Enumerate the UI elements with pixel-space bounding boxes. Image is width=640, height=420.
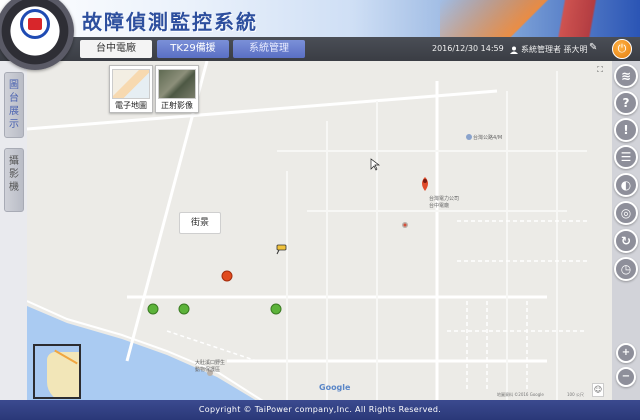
list-icon[interactable]: ☰ [614,145,638,169]
header-banner: 故障偵測監控系統 [0,0,640,37]
side-tab-char: 示 [9,119,19,130]
poi-bus-stop[interactable]: 台灣公路4/M [473,134,502,141]
marker-green[interactable] [270,303,282,315]
current-datetime: 2016/12/30 14:59 [432,44,504,53]
tab-tk29-backup[interactable]: TK29備援 [157,40,229,58]
minimap-icon[interactable] [33,344,81,399]
footer-copyright: Copyright © TaiPower company,Inc. All Ri… [0,400,640,420]
map-canvas[interactable]: 台灣電力公司 台中電廠 台灣公路4/M 大肚溪口野生 動物保護區 電子地圖 正射… [27,61,612,401]
user-icon [510,46,518,54]
refresh-icon[interactable]: ↻ [614,229,638,253]
location-icon[interactable]: ◎ [614,201,638,225]
nav-bar: 台中電廠 TK29備援 系統管理 2016/12/30 14:59 系統管理者 … [0,37,640,61]
warning-icon[interactable]: ! [614,118,638,142]
help-icon[interactable]: ? [614,91,638,115]
fullscreen-icon[interactable]: ⛶ [594,64,606,78]
layers-icon[interactable]: ≋ [614,64,638,88]
tab-taichung-plant[interactable]: 台中電廠 [80,40,152,58]
power-button[interactable]: ⏻ [612,39,632,59]
street-view-button[interactable]: 街景 [179,212,221,234]
side-tab-char: 機 [9,182,19,193]
side-tab-char: 攝 [9,156,19,167]
zoom-out-button[interactable]: − [616,367,636,387]
side-tab-char: 台 [9,93,19,104]
marker-green[interactable] [147,303,159,315]
side-tab-char: 圖 [9,80,19,91]
side-tab-char: 展 [9,106,19,117]
map-type-label: 電子地圖 [115,101,147,110]
side-tab-map-display[interactable]: 圖 台 展 示 [4,72,24,138]
tab-system-admin[interactable]: 系統管理 [233,40,305,58]
map-scale: 100 公尺 [567,392,584,397]
map-attribution: 地圖資料 ©2016 Google [497,392,544,397]
electronic-map-thumbnail [112,69,150,99]
power-icon: ⏻ [617,42,627,55]
app-window: 故障偵測監控系統 台中電廠 TK29備援 系統管理 2016/12/30 14:… [0,0,640,420]
zoom-in-button[interactable]: + [616,343,636,363]
app-title: 故障偵測監控系統 [82,10,258,34]
taipower-emblem-icon [20,9,50,39]
current-user[interactable]: 系統管理者 孫大明 [510,44,588,55]
map-type-orthophoto[interactable]: 正射影像 [155,65,199,113]
orthophoto-thumbnail [158,69,196,99]
camera-icon[interactable]: ◐ [614,173,638,197]
poi-park[interactable]: 大肚溪口野生 動物保護區 [195,359,225,373]
poi-power-station[interactable]: 台灣電力公司 台中電廠 [429,195,459,209]
map-type-electronic[interactable]: 電子地圖 [109,65,153,113]
map-type-label: 正射影像 [161,101,193,110]
timer-icon[interactable]: ◷ [614,257,638,281]
header-decoration [440,0,640,37]
side-tab-camera[interactable]: 攝 影 機 [4,148,24,212]
marker-green[interactable] [178,303,190,315]
marker-red[interactable] [221,270,233,282]
user-name: 系統管理者 孫大明 [521,45,588,54]
edit-icon[interactable]: ✎ [589,42,601,54]
pegman-icon[interactable]: ☺ [592,383,604,397]
side-tab-char: 影 [9,169,19,180]
right-toolbar: ≋ ? ! ☰ ◐ ◎ ↻ ◷ + − [612,61,640,400]
google-logo: Google [319,383,351,392]
